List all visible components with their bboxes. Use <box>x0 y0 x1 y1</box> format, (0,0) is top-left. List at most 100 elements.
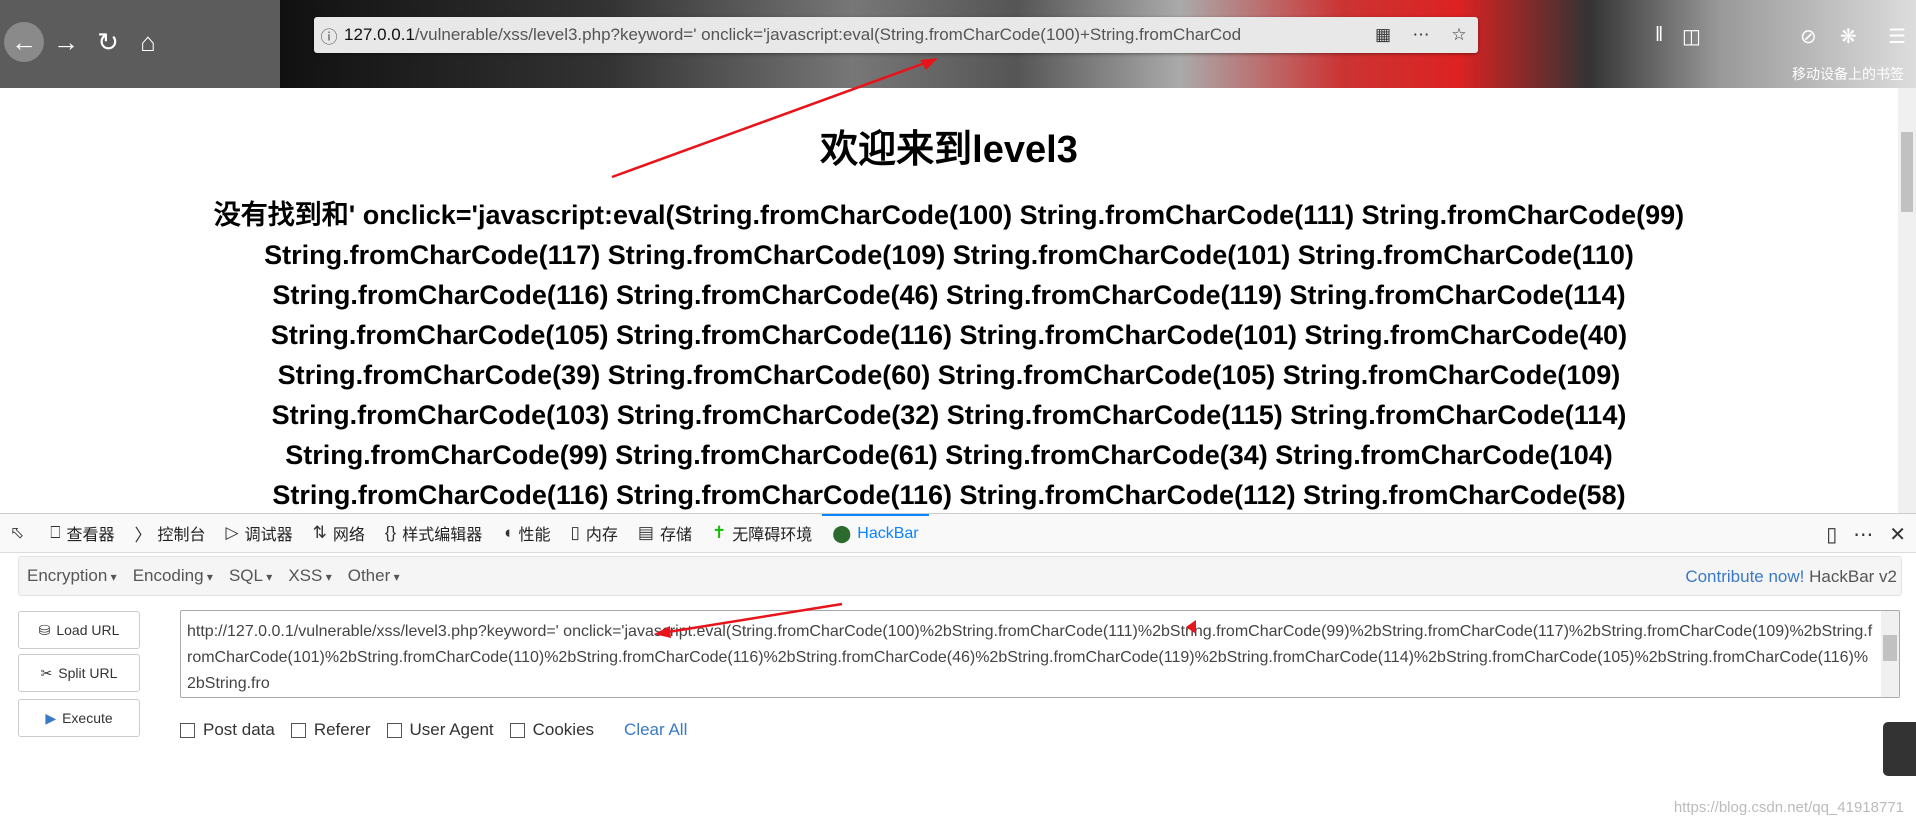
debugger-icon: ▷ <box>225 523 239 542</box>
more-icon[interactable]: ⋯ <box>1402 25 1440 45</box>
sidebar-icon[interactable]: ◫ <box>1682 24 1701 49</box>
console-icon: 〉 <box>134 525 152 545</box>
style-editor-icon: {} <box>384 523 397 542</box>
menu-sql[interactable]: SQL <box>221 566 280 586</box>
star-icon[interactable]: ☆ <box>1440 25 1478 45</box>
close-icon[interactable]: ✕ <box>1889 522 1906 547</box>
menu-xss[interactable]: XSS <box>280 566 339 586</box>
referer-checkbox[interactable]: Referer <box>290 720 371 740</box>
result-line: String.fromCharCode(116) String.fromChar… <box>272 280 1626 310</box>
tab-label: 样式编辑器 <box>402 527 483 544</box>
tab-network[interactable]: ⇅ 网络 <box>303 514 375 552</box>
menu-icon[interactable]: ☰ <box>1888 24 1906 49</box>
post-data-checkbox[interactable]: Post data <box>180 720 275 740</box>
responsive-design-icon[interactable]: ▯ <box>1826 522 1837 547</box>
hackbar-options: Post data Referer User Agent Cookies Cle… <box>180 720 687 740</box>
option-label: User Agent <box>409 720 494 739</box>
menu-encryption[interactable]: Encryption <box>19 566 125 586</box>
result-line: String.fromCharCode(99) String.fromCharC… <box>285 440 1613 470</box>
tab-accessibility[interactable]: ✝ 无障碍环境 <box>702 514 822 552</box>
url-value: http://127.0.0.1/vulnerable/xss/level3.p… <box>187 623 1873 692</box>
hackbar-version: HackBar v2 <box>1809 567 1897 586</box>
tab-label: 内存 <box>585 527 618 544</box>
info-icon[interactable]: ⓘ <box>314 23 344 48</box>
clear-all-link[interactable]: Clear All <box>624 720 687 740</box>
result-line: 没有找到和' onclick='javascript:eval(String.f… <box>213 200 1685 230</box>
url-textarea[interactable]: http://127.0.0.1/vulnerable/xss/level3.p… <box>180 610 1900 698</box>
tab-label: 无障碍环境 <box>732 527 813 544</box>
page-title: 欢迎来到level3 <box>820 129 1078 171</box>
tab-label: 调试器 <box>244 527 293 544</box>
load-url-button[interactable]: ⛁ Load URL <box>18 611 140 649</box>
network-icon: ⇅ <box>312 523 327 542</box>
cookies-checkbox[interactable]: Cookies <box>509 720 594 740</box>
tab-console[interactable]: 〉 控制台 <box>124 514 215 552</box>
extension-icon[interactable]: ❋ <box>1840 24 1857 49</box>
checkbox[interactable] <box>290 722 306 738</box>
inspector-icon: ⎕ <box>50 523 61 542</box>
tab-hackbar[interactable]: ⬤ HackBar <box>822 514 929 552</box>
tab-debugger[interactable]: ▷ 调试器 <box>215 514 302 552</box>
option-label: Post data <box>203 720 275 739</box>
tab-memory[interactable]: ▯ 内存 <box>561 514 628 552</box>
tab-inspector[interactable]: ⎕ 查看器 <box>40 514 124 552</box>
menu-other[interactable]: Other <box>340 566 408 586</box>
devtools-tabbar: ⬁ ⎕ 查看器 〉 控制台 ▷ 调试器 ⇅ 网络 {} 样式编辑器 ◖ 性能 ▯ 内存 ▤ 存储… <box>0 513 1916 553</box>
scrollbar-thumb[interactable] <box>1901 132 1913 212</box>
forward-button[interactable]: → <box>46 22 86 62</box>
address-bar[interactable]: ⓘ 127.0.0.1/vulnerable/xss/level3.php?ke… <box>314 17 1478 53</box>
back-button[interactable]: ← <box>4 22 44 62</box>
home-button[interactable]: ⌂ <box>128 22 168 62</box>
storage-icon: ▤ <box>637 523 654 542</box>
page-scrollbar[interactable] <box>1898 88 1916 513</box>
menu-encoding[interactable]: Encoding <box>125 566 221 586</box>
memory-icon: ▯ <box>570 523 580 542</box>
textarea-scrollbar[interactable] <box>1881 611 1899 697</box>
result-line: String.fromCharCode(39) String.fromCharC… <box>277 360 1621 390</box>
result-text: 没有找到和' onclick='javascript:eval(String.f… <box>0 195 1898 513</box>
tab-label: 控制台 <box>157 527 206 544</box>
url-host: 127.0.0.1 <box>344 25 415 44</box>
url-path: /vulnerable/xss/level3.php?keyword=' onc… <box>414 25 1242 44</box>
user-agent-checkbox[interactable]: User Agent <box>386 720 494 740</box>
hackbar-icon: ⬤ <box>832 524 852 543</box>
result-line: String.fromCharCode(117) String.fromChar… <box>264 240 1634 270</box>
result-line: String.fromCharCode(103) String.fromChar… <box>271 400 1627 430</box>
tab-performance[interactable]: ◖ 性能 <box>492 514 560 552</box>
button-label: Split URL <box>58 665 118 681</box>
result-line: String.fromCharCode(116) String.fromChar… <box>272 480 1626 510</box>
contribute-link[interactable]: Contribute now! <box>1685 567 1804 586</box>
url-text[interactable]: 127.0.0.1/vulnerable/xss/level3.php?keyw… <box>344 25 1364 45</box>
hackbar-menu: Encryption Encoding SQL XSS Other Contri… <box>18 556 1902 596</box>
mobile-bookmarks[interactable]: 移动设备上的书签 <box>1792 64 1904 84</box>
library-icon[interactable]: ‖ <box>1655 24 1663 47</box>
side-widget[interactable] <box>1883 722 1916 776</box>
execute-button[interactable]: ▶ Execute <box>18 699 140 737</box>
more-options-icon[interactable]: ⋯ <box>1853 522 1873 547</box>
tab-label: 网络 <box>332 527 365 544</box>
qr-code-icon[interactable]: ▦ <box>1364 25 1402 45</box>
pick-element-button[interactable]: ⬁ <box>0 514 40 552</box>
performance-icon: ◖ <box>502 523 513 542</box>
tab-label: 性能 <box>518 527 551 544</box>
pick-element-icon: ⬁ <box>10 523 25 542</box>
watermark: https://blog.csdn.net/qq_41918771 <box>1673 799 1904 816</box>
checkbox[interactable] <box>386 722 402 738</box>
button-label: Load URL <box>56 622 120 638</box>
checkbox[interactable] <box>509 722 525 738</box>
tab-style-editor[interactable]: {} 样式编辑器 <box>375 514 492 552</box>
option-label: Referer <box>313 720 371 739</box>
play-icon: ▶ <box>45 709 57 726</box>
result-line: String.fromCharCode(105) String.fromChar… <box>270 320 1628 350</box>
split-url-button[interactable]: ✂ Split URL <box>18 654 140 692</box>
checkbox[interactable] <box>180 722 195 738</box>
scrollbar-thumb[interactable] <box>1883 635 1897 661</box>
accessibility-icon: ✝ <box>711 523 727 542</box>
browser-toolbar: ← → ↻ ⌂ ⓘ 127.0.0.1/vulnerable/xss/level… <box>0 0 1916 88</box>
blocked-icon[interactable]: ⊘ <box>1800 24 1817 49</box>
tab-storage[interactable]: ▤ 存储 <box>628 514 702 552</box>
tab-label: 存储 <box>659 527 692 544</box>
load-icon: ⛁ <box>38 621 51 638</box>
button-label: Execute <box>62 710 113 726</box>
reload-button[interactable]: ↻ <box>88 22 128 62</box>
